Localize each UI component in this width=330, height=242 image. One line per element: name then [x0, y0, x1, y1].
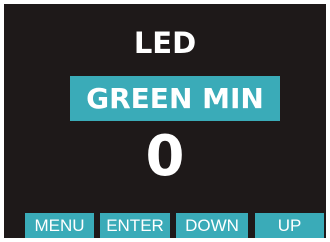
screen-title: LED	[133, 26, 197, 60]
current-value: 0	[145, 124, 185, 189]
led-display-screen: LED GREEN MIN 0 MENU ENTER DOWN UP	[4, 4, 326, 238]
up-button[interactable]: UP	[255, 213, 324, 238]
mode-highlight-box: GREEN MIN	[70, 76, 280, 121]
enter-button[interactable]: ENTER	[100, 213, 170, 238]
menu-button[interactable]: MENU	[25, 213, 94, 238]
mode-label: GREEN MIN	[86, 82, 264, 115]
down-button[interactable]: DOWN	[176, 213, 248, 238]
